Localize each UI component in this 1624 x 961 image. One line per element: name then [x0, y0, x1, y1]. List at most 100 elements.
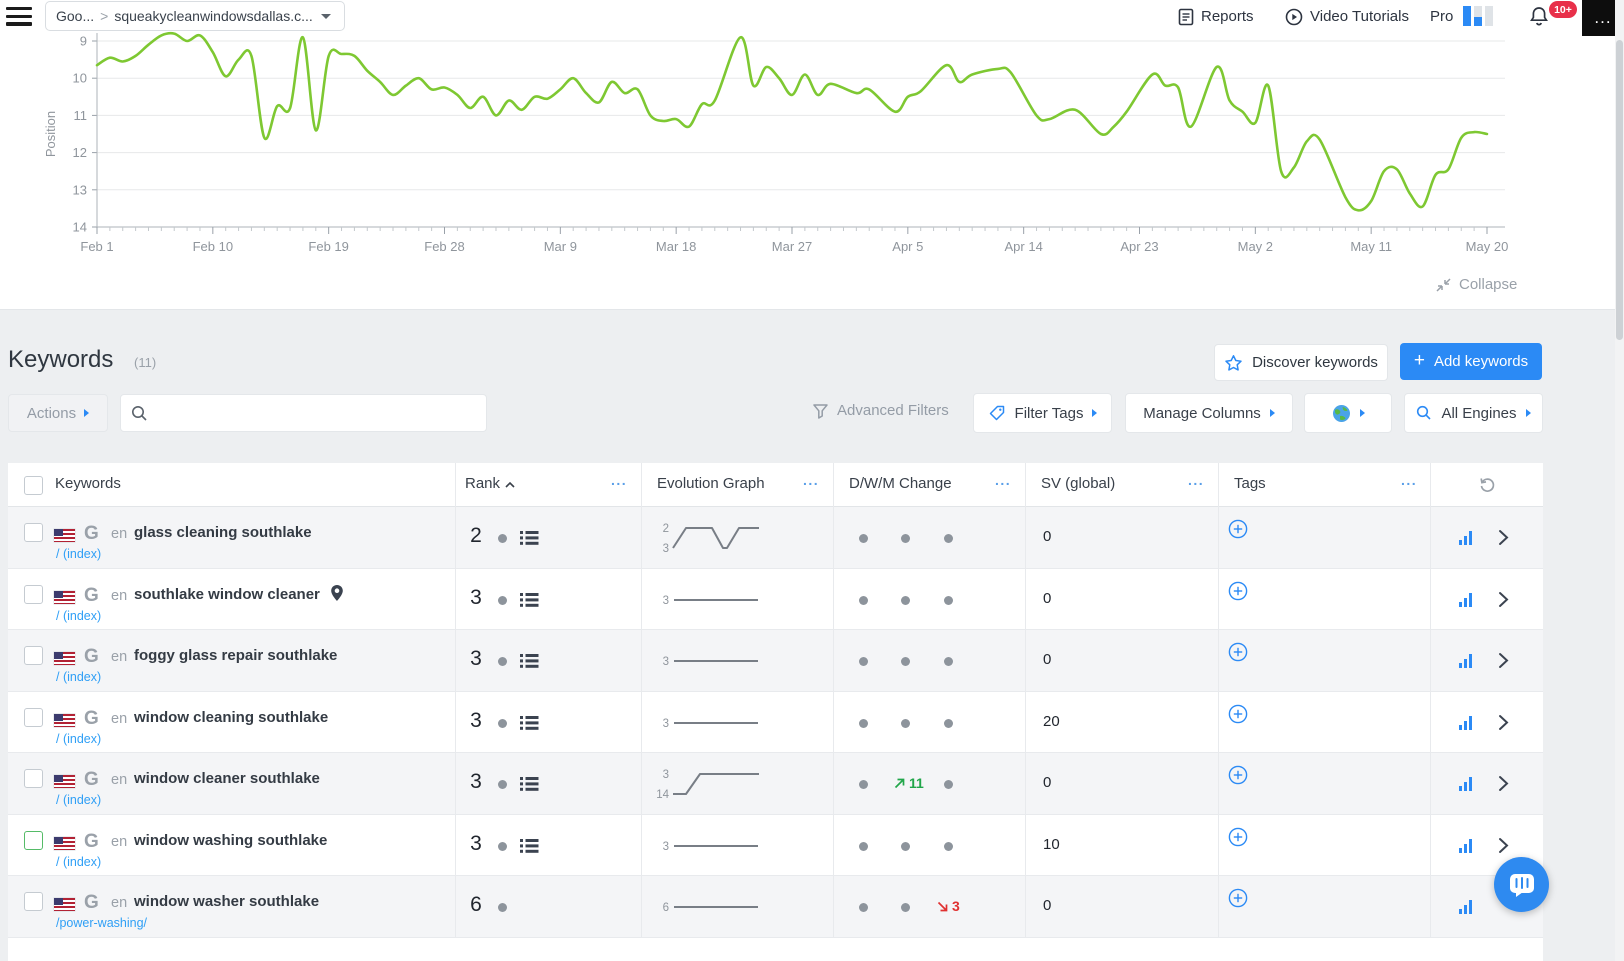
keyword-stats-icon[interactable] [1459, 838, 1472, 853]
table-row[interactable]: Gen foggy glass repair southlake / (index)… [8, 630, 1543, 692]
serp-features-icon[interactable] [520, 653, 539, 669]
table-row[interactable]: Gen window washing southlake / (index) 3 3 10 [8, 815, 1543, 876]
funnel-icon [813, 403, 828, 419]
serp-features-icon[interactable] [520, 838, 539, 854]
keyword-stats-icon[interactable] [1459, 592, 1472, 607]
row-expand-chevron[interactable] [1498, 652, 1509, 669]
rank-dot-icon[interactable] [498, 718, 507, 728]
sv-column-menu[interactable]: ... [1188, 472, 1204, 488]
search-input[interactable] [156, 405, 476, 421]
keyword-url-link[interactable]: /power-washing/ [56, 916, 147, 930]
all-engines-dropdown[interactable]: All Engines [1404, 393, 1543, 433]
table-row[interactable]: Gen southlake window cleaner / (index) 3 3 0 [8, 569, 1543, 630]
keyword-text[interactable]: glass cleaning southlake [134, 524, 312, 541]
dwm-column-menu[interactable]: ... [995, 472, 1011, 488]
google-engine-icon: G [84, 523, 99, 544]
column-header-dwm[interactable]: D/W/M Change [849, 475, 952, 492]
keyword-text[interactable]: southlake window cleaner [134, 586, 320, 603]
column-header-tags[interactable]: Tags [1234, 475, 1266, 492]
keyword-url-link[interactable]: / (index) [56, 547, 101, 561]
arrow-down-right-icon [937, 901, 948, 911]
keyword-stats-icon[interactable] [1459, 654, 1472, 668]
keyword-stats-icon[interactable] [1459, 777, 1472, 791]
rank-dot-icon[interactable] [498, 780, 507, 789]
keyword-text[interactable]: window washer southlake [134, 893, 319, 910]
serp-features-icon[interactable] [520, 592, 539, 608]
filter-tags-dropdown[interactable]: Filter Tags [973, 393, 1112, 433]
keyword-url-link[interactable]: / (index) [56, 732, 101, 746]
select-all-checkbox[interactable] [24, 476, 43, 495]
serp-features-icon[interactable] [520, 715, 539, 731]
rank-dot-icon[interactable] [498, 595, 507, 605]
tags-column-menu[interactable]: ... [1401, 472, 1417, 488]
manage-columns-dropdown[interactable]: Manage Columns [1125, 393, 1293, 433]
add-tag-icon[interactable] [1228, 765, 1248, 785]
rank-dot-icon[interactable] [498, 903, 507, 912]
row-expand-chevron[interactable] [1498, 837, 1509, 854]
change-dot-icon [859, 780, 868, 789]
keyword-stats-icon[interactable] [1459, 900, 1472, 914]
keyword-stats-icon[interactable] [1459, 531, 1472, 545]
keyword-text[interactable]: foggy glass repair southlake [134, 647, 337, 664]
serp-features-icon[interactable] [520, 776, 539, 792]
add-tag-icon[interactable] [1228, 642, 1248, 662]
row-checkbox[interactable] [24, 646, 43, 665]
locale-dropdown[interactable] [1304, 393, 1392, 433]
svg-text:13: 13 [73, 182, 87, 197]
add-keywords-button[interactable]: + Add keywords [1400, 343, 1542, 380]
rank-dot-icon[interactable] [498, 534, 507, 543]
discover-keywords-button[interactable]: Discover keywords [1214, 344, 1388, 381]
svg-text:9: 9 [80, 34, 87, 49]
column-header-rank[interactable]: Rank [465, 475, 500, 492]
keyword-url-link[interactable]: / (index) [56, 670, 101, 684]
add-tag-icon[interactable] [1228, 581, 1248, 601]
evolution-column-menu[interactable]: ... [803, 472, 819, 488]
column-header-sv[interactable]: SV (global) [1041, 475, 1115, 492]
add-tag-icon[interactable] [1228, 827, 1248, 847]
row-expand-chevron[interactable] [1498, 591, 1509, 608]
page-scrollbar[interactable] [1615, 0, 1624, 961]
rank-dot-icon[interactable] [498, 841, 507, 851]
star-icon [1225, 354, 1242, 371]
add-tag-icon[interactable] [1228, 888, 1248, 908]
add-tag-icon[interactable] [1228, 519, 1248, 539]
chevron-right-icon [1525, 409, 1531, 417]
google-engine-icon: G [84, 892, 99, 913]
row-checkbox[interactable] [24, 707, 43, 727]
column-header-keywords[interactable]: Keywords [55, 475, 121, 492]
row-checkbox[interactable] [24, 523, 43, 542]
rank-column-menu[interactable]: ... [611, 472, 627, 488]
collapse-button[interactable]: Collapse [1435, 276, 1517, 293]
column-header-evolution[interactable]: Evolution Graph [657, 475, 765, 492]
serp-features-icon[interactable] [520, 530, 539, 546]
row-expand-chevron[interactable] [1498, 714, 1509, 731]
rank-value: 2 [470, 524, 482, 547]
row-expand-chevron[interactable] [1498, 529, 1509, 546]
discover-keywords-label: Discover keywords [1252, 354, 1378, 371]
chat-widget-button[interactable] [1494, 857, 1549, 912]
table-row[interactable]: Gen window cleaning southlake / (index) 3 3 2… [8, 692, 1543, 753]
keyword-url-link[interactable]: / (index) [56, 855, 101, 869]
search-volume-value: 0 [1043, 589, 1052, 607]
table-row[interactable]: Gen window washer southlake/power-washing… [8, 876, 1543, 938]
keyword-search[interactable] [120, 394, 487, 432]
reset-icon[interactable] [1478, 475, 1497, 494]
table-row[interactable]: Gen glass cleaning southlake / (index) 2 2 3 0 [8, 507, 1543, 569]
row-checkbox[interactable] [24, 769, 43, 788]
keyword-url-link[interactable]: / (index) [56, 793, 101, 807]
keyword-text[interactable]: window cleaning southlake [134, 709, 328, 726]
row-checkbox[interactable] [24, 892, 43, 911]
keyword-url-link[interactable]: / (index) [56, 609, 101, 623]
rank-dot-icon[interactable] [498, 657, 507, 666]
row-checkbox[interactable] [24, 584, 43, 604]
table-row[interactable]: Gen window cleaner southlake / (index) 3 3 14… [8, 753, 1543, 815]
add-tag-icon[interactable] [1228, 704, 1248, 724]
row-expand-chevron[interactable] [1498, 775, 1509, 792]
row-checkbox[interactable] [24, 830, 43, 850]
keyword-text[interactable]: window cleaner southlake [134, 770, 320, 787]
keyword-text[interactable]: window washing southlake [134, 832, 327, 849]
scrollbar-thumb[interactable] [1616, 40, 1623, 340]
keyword-stats-icon[interactable] [1459, 715, 1472, 730]
advanced-filters-button[interactable]: Advanced Filters [812, 402, 949, 419]
actions-dropdown[interactable]: Actions [8, 394, 108, 432]
